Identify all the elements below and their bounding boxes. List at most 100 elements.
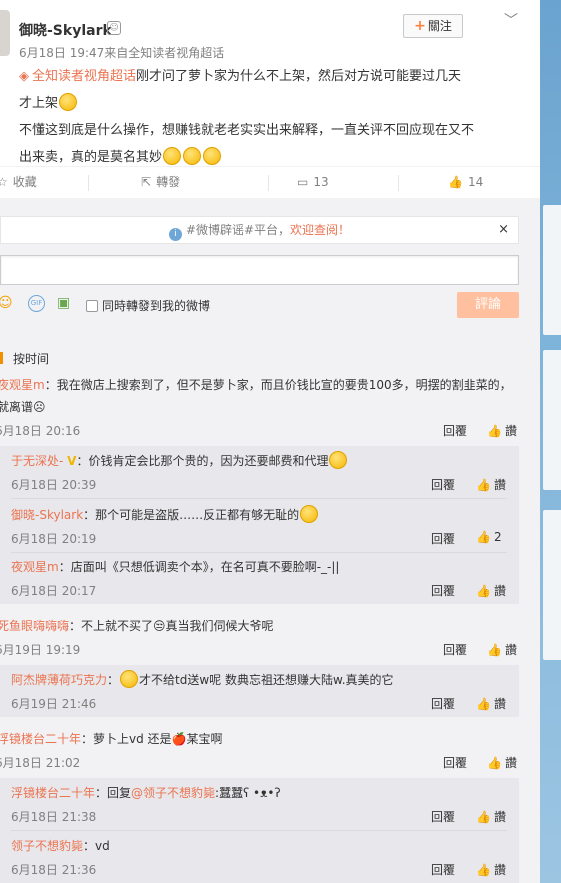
side-panel	[543, 510, 561, 660]
notice-link[interactable]: 欢迎查阅！	[290, 223, 350, 237]
reply-button[interactable]: 回覆	[431, 582, 455, 599]
comment-button[interactable]: ▭ 13	[297, 167, 329, 197]
notice-text: #微博辟谣#平台，	[185, 223, 291, 237]
reply-like-button[interactable]: 👍 讚	[476, 808, 506, 825]
checkbox-box[interactable]	[86, 300, 98, 312]
mention-link[interactable]: @领子不想豹毙	[131, 786, 215, 800]
reply-like-button[interactable]: 👍 讚	[476, 861, 506, 878]
smile-emoji-icon	[329, 451, 348, 469]
image-icon[interactable]: ▣	[57, 295, 70, 311]
reply-like-button[interactable]: 👍 2	[476, 530, 502, 544]
reply-user[interactable]: 浮镜楼台二十年	[11, 786, 95, 800]
reply-body-2: 才不给td送w呢 数典忘祖还想赚大陆w.真美的它	[139, 673, 394, 687]
divider	[11, 830, 507, 831]
gif-icon[interactable]: GIF	[28, 295, 45, 312]
reply-time: 6月18日 21:36	[11, 863, 97, 877]
thumbs-up-icon: 👍	[476, 810, 491, 824]
reply-time: 6月18日 20:17	[11, 584, 97, 598]
comment-input[interactable]	[0, 255, 519, 285]
comment-body: ：萝卜上vd 还是🍎某宝啊	[81, 732, 223, 746]
like-label: 讚	[504, 643, 517, 657]
post-header: 御晓-Skylark ☺ 6月18日 19:47来自全知读者视角超话 + 關注 ﹀…	[0, 0, 540, 165]
follow-button[interactable]: + 關注	[403, 14, 463, 38]
like-label: 讚	[493, 478, 506, 492]
repost-label: 轉發	[156, 175, 181, 189]
reply-user[interactable]: 夜观星m	[11, 560, 59, 574]
comment-time: 6月18日 21:02	[0, 756, 81, 770]
repost-button[interactable]: ⇱ 轉發	[141, 167, 180, 197]
reply-body: ：价钱肯定会比那个贵的，因为还要邮费和代理	[76, 454, 329, 468]
like-label: 讚	[504, 424, 517, 438]
comment-like-button[interactable]: 👍 讚	[487, 754, 517, 771]
comment-body-2: 就离谱☹	[0, 400, 46, 414]
comment-like-button[interactable]: 👍 讚	[487, 422, 517, 439]
submit-comment-button[interactable]: 評論	[457, 292, 519, 318]
comment-time: 6月19日 19:19	[0, 643, 81, 657]
thumbs-up-icon: 👍	[487, 643, 502, 657]
comment-section: i #微博辟谣#平台，欢迎查阅！ × ☺ GIF ▣ 同時轉發到我的微博 評論 按…	[0, 198, 540, 883]
repost-checkbox-label: 同時轉發到我的微博	[102, 299, 211, 313]
like-label: 讚	[493, 584, 506, 598]
comment-time: 6月18日 20:16	[0, 424, 81, 438]
emoji-picker-icon[interactable]: ☺	[0, 295, 13, 311]
reply-block: 阿杰牌薄荷巧克力： 才不给td送w呢 数典忘祖还想赚大陆w.真美的它 6月19日 …	[0, 665, 519, 717]
close-icon[interactable]: ×	[498, 217, 509, 243]
favorite-button[interactable]: ☆ 收藏	[0, 167, 37, 197]
reply-button[interactable]: 回覆	[431, 476, 455, 493]
side-panel	[543, 205, 561, 335]
comment-user[interactable]: 死鱼眼嗨嗨嗨	[0, 619, 69, 633]
comment-user[interactable]: 浮镜楼台二十年	[0, 732, 81, 746]
reply-block: 于无深处- V：价钱肯定会比那个贵的，因为还要邮费和代理 6月18日 20:39…	[0, 446, 519, 604]
reply-body: ：店面叫《只想低调卖个本》，在名可真不要脸啊-_-||	[58, 560, 340, 574]
like-label: 讚	[493, 863, 506, 877]
chevron-down-icon[interactable]: ﹀	[504, 10, 518, 30]
speechless-emoji-icon	[183, 147, 202, 165]
comment-user[interactable]: 夜观星m	[0, 378, 45, 392]
thumbs-up-icon: 👍	[487, 424, 502, 438]
reply-button[interactable]: 回覆	[443, 754, 467, 771]
post-username[interactable]: 御晓-Skylark	[19, 20, 112, 40]
like-button[interactable]: 👍 14	[448, 167, 483, 197]
reply-button[interactable]: 回覆	[443, 641, 467, 658]
reply-button[interactable]: 回覆	[431, 861, 455, 878]
thumbs-up-icon: 👍	[476, 478, 491, 492]
topic-icon: ◈	[19, 69, 29, 84]
thumbs-up-icon: 👍	[487, 756, 502, 770]
reply-user[interactable]: 领子不想豹毙	[11, 839, 83, 853]
avatar[interactable]	[0, 10, 10, 56]
comment-count: 13	[313, 175, 329, 189]
reply-text: 领子不想豹毙：vd	[11, 835, 511, 857]
star-icon: ☆	[0, 175, 8, 189]
reply-button[interactable]: 回覆	[431, 808, 455, 825]
like-count: 2	[493, 530, 502, 544]
like-label: 讚	[493, 810, 506, 824]
reply-like-button[interactable]: 👍 讚	[476, 582, 506, 599]
info-icon: i	[168, 228, 182, 241]
comment-body: ：我在微店上搜索到了，但不是萝卜家，而且价钱比宣的要贵100多，明摆的割韭菜的，	[44, 378, 512, 392]
page-background	[540, 0, 561, 883]
divider	[11, 552, 507, 553]
reply-user[interactable]: 阿杰牌薄荷巧克力	[11, 673, 107, 687]
comment-like-button[interactable]: 👍 讚	[487, 641, 517, 658]
reply-button[interactable]: 回覆	[443, 422, 467, 439]
repost-checkbox[interactable]: 同時轉發到我的微博	[86, 297, 210, 314]
reply-button[interactable]: 回覆	[431, 695, 455, 712]
like-count: 14	[467, 175, 484, 189]
reply-user[interactable]: 御晓-Skylark	[11, 508, 83, 522]
reply-button[interactable]: 回覆	[431, 530, 455, 547]
weibo-post-card: 御晓-Skylark ☺ 6月18日 19:47来自全知读者视角超话 + 關注 ﹀…	[0, 0, 540, 883]
composer-tools: ☺ GIF ▣ 同時轉發到我的微博 評論	[0, 292, 519, 320]
thumbs-up-icon: 👍	[448, 175, 463, 189]
vip-badge-icon: ☺	[107, 21, 121, 35]
reply-user[interactable]: 于无深处-	[11, 454, 63, 468]
reply-like-button[interactable]: 👍 讚	[476, 695, 506, 712]
sort-by-time[interactable]: 按时间	[0, 350, 49, 367]
topic-link[interactable]: 全知读者视角超话	[32, 69, 136, 84]
reply-text: 夜观星m：店面叫《只想低调卖个本》，在名可真不要脸啊-_-||	[11, 556, 511, 578]
post-meta: 6月18日 19:47来自全知读者视角超话	[19, 46, 225, 60]
reply-like-button[interactable]: 👍 讚	[476, 476, 506, 493]
post-text-4: 出来卖，真的是莫名其妙	[19, 150, 163, 165]
comment-text: 夜观星m：我在微店上搜索到了，但不是萝卜家，而且价钱比宣的要贵100多，明摆的割…	[0, 374, 512, 418]
plus-icon: +	[414, 18, 426, 34]
reply-text: 浮镜楼台二十年：回复@领子不想豹毙:蠶蠶ʕ •ᴥ•ʔ	[11, 782, 511, 804]
